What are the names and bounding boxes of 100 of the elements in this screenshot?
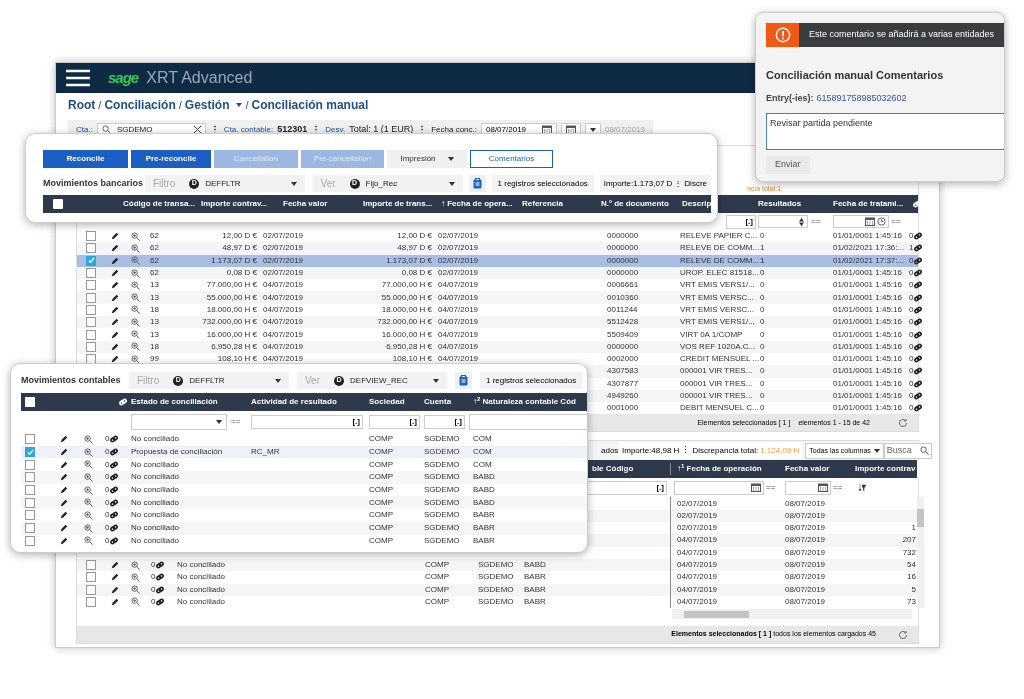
zoom-in-icon[interactable] [84, 498, 93, 508]
checkbox[interactable] [86, 243, 96, 254]
number-filter-field[interactable] [758, 215, 808, 228]
zoom-in-icon[interactable] [130, 585, 140, 595]
zoom-in-icon[interactable] [130, 572, 140, 582]
filter-field[interactable]: [.] [424, 415, 465, 429]
zoom-in-icon[interactable] [130, 597, 140, 607]
zoom-in-icon[interactable] [130, 305, 140, 315]
checkbox[interactable] [86, 280, 96, 291]
clipboard-icon[interactable] [459, 375, 468, 386]
table-cell-text: 01/01/0001 1:45:16 [833, 377, 903, 390]
table-cell-text: SGDEMO [424, 496, 461, 509]
checkbox[interactable] [86, 255, 96, 266]
filter-field[interactable]: [.] [726, 214, 756, 229]
filter-field[interactable]: [.] [587, 480, 667, 495]
zoom-in-icon[interactable] [130, 354, 140, 364]
checkbox[interactable] [25, 472, 35, 483]
zoom-in-icon[interactable] [130, 317, 140, 327]
checkbox[interactable] [86, 560, 96, 571]
zoom-in-icon[interactable] [84, 447, 93, 457]
zoom-in-icon[interactable] [130, 231, 140, 241]
checkbox[interactable] [25, 485, 35, 496]
date-filter-field[interactable] [785, 480, 831, 495]
entry-link[interactable]: 615891758985032602 [816, 92, 907, 106]
clock-icon[interactable] [877, 217, 886, 226]
comment-field[interactable]: Revisar partida pendiente [766, 112, 1004, 150]
checkbox[interactable] [86, 268, 96, 279]
menu-button[interactable]: Impresión [387, 150, 467, 168]
zoom-in-icon[interactable] [130, 243, 140, 253]
checkbox[interactable] [86, 317, 96, 328]
zoom-in-icon[interactable] [130, 560, 140, 570]
checkbox[interactable] [25, 523, 35, 534]
breadcrumb-link[interactable]: Gestión [184, 96, 243, 114]
equals-sign: == [891, 215, 901, 228]
checkbox[interactable] [25, 447, 35, 458]
date-filter-field[interactable] [833, 215, 889, 228]
search-field[interactable]: Busca [883, 442, 932, 459]
table-cell-text: 16.000,00 H € [380, 328, 433, 341]
zoom-in-icon[interactable] [130, 293, 140, 303]
scrollbar[interactable] [917, 497, 924, 609]
zoom-in-icon[interactable] [84, 536, 93, 546]
action-button[interactable]: Comentarios [470, 150, 553, 168]
menu-icon[interactable] [66, 69, 90, 87]
checkbox[interactable] [25, 459, 35, 470]
zoom-in-icon[interactable] [84, 460, 93, 470]
breadcrumb-link[interactable]: Conciliación manual [251, 96, 369, 114]
clipboard-icon[interactable] [472, 178, 482, 189]
checkbox[interactable] [86, 354, 96, 365]
checkbox[interactable] [86, 329, 96, 340]
filter-field[interactable]: [.] [369, 415, 420, 429]
checkbox[interactable] [86, 596, 96, 607]
table-cell-text: COMP [369, 433, 394, 446]
checkbox[interactable] [25, 497, 35, 508]
checkbox[interactable] [86, 572, 96, 583]
breadcrumb-link[interactable]: Conciliación [104, 96, 176, 114]
refresh-icon[interactable] [898, 417, 908, 428]
filter-field[interactable] [469, 414, 587, 430]
checkbox[interactable] [25, 535, 35, 546]
checkbox[interactable] [86, 292, 96, 303]
summary-text: Discrepancia total: [692, 444, 759, 457]
zoom-in-icon[interactable] [130, 330, 140, 339]
calendar-icon[interactable] [818, 483, 828, 493]
filter-field[interactable]: [.] [251, 415, 363, 429]
close-icon[interactable] [193, 126, 201, 133]
table-cell: 0 [909, 230, 914, 243]
table-cell-text: BABD [472, 471, 496, 484]
action-button[interactable]: Pre-reconcile [131, 150, 211, 168]
checkbox[interactable] [86, 231, 96, 242]
table-cell-text: 99 [149, 353, 160, 366]
zoom-in-icon[interactable] [84, 523, 93, 533]
date-filter-field[interactable] [674, 480, 764, 495]
zoom-in-icon[interactable] [130, 256, 140, 266]
refresh-icon[interactable] [898, 629, 908, 640]
zoom-in-icon[interactable] [130, 280, 140, 290]
zoom-in-icon[interactable] [84, 434, 93, 444]
table-cell-text: 01/01/0001 1:45:16 [833, 279, 903, 292]
table-cell: RELEVE DE COMM... [680, 254, 758, 267]
zoom-in-icon[interactable] [130, 342, 140, 352]
action-button[interactable]: Reconcile [43, 150, 128, 168]
search-icon[interactable] [101, 125, 111, 134]
table-cell-text: 08/07/2019 [785, 583, 827, 596]
scrollbar[interactable] [672, 609, 912, 620]
checkbox[interactable] [86, 304, 96, 315]
send-button[interactable]: Enviar [766, 155, 810, 174]
checkbox[interactable] [86, 341, 96, 352]
spinner-icon[interactable] [799, 217, 804, 226]
table-cell: 0 [105, 446, 110, 459]
zoom-in-icon[interactable] [130, 268, 140, 278]
search-icon[interactable] [919, 446, 929, 456]
breadcrumb-link[interactable]: Root [68, 96, 96, 114]
table-cell-text: 732.000,00 H € [201, 316, 258, 329]
checkbox[interactable] [25, 434, 35, 445]
checkbox[interactable] [86, 584, 96, 595]
calendar-icon[interactable] [751, 483, 761, 493]
sort-icon[interactable] [859, 484, 866, 492]
zoom-in-icon[interactable] [84, 485, 93, 495]
zoom-in-icon[interactable] [84, 472, 93, 482]
zoom-in-icon[interactable] [84, 510, 93, 520]
calendar-icon[interactable] [865, 217, 875, 226]
checkbox[interactable] [25, 510, 35, 521]
